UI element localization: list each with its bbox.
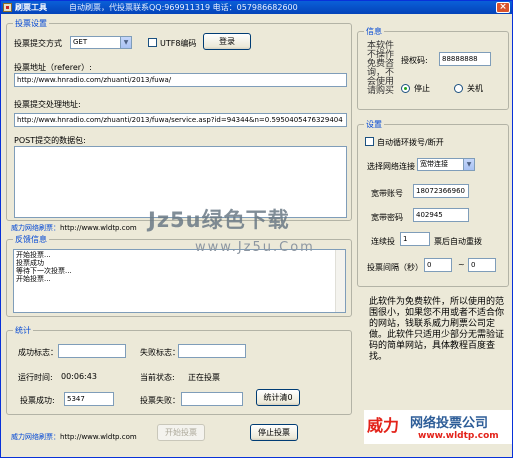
login-button[interactable]: 登录 [203,33,251,50]
success-flag-field[interactable] [58,344,126,358]
handler-label: 投票提交处理地址: [14,100,81,109]
stats-label: 统计 [13,325,33,336]
stats-group: 统计 成功标志： 失败标志： 运行时间: 00:06:43 当前状态: 正在投票… [6,325,352,415]
promo-text: 此软件为免费软件，所以使用的范围很小，如果您不用或者不适合你的网站，钱联系威力刷… [369,297,505,362]
success-count-field[interactable]: 5347 [64,392,114,406]
reset-stats-button[interactable]: 统计清0 [256,389,300,406]
interval-separator: ~ [458,260,465,269]
post-label: POST提交的数据包: [14,136,86,145]
brand-url: www.wldtp.com [418,431,499,441]
site-link-top-label: 威力网络刷票： [11,224,60,232]
brand-name: 网络投票公司 [410,416,489,431]
feedback-log[interactable]: 开始投票... 投票成功 等待下一次投票... 开始投票... [13,249,346,313]
redial-label: 连续投 [371,237,395,246]
auth-code-label: 授权码: [401,56,428,65]
watermark-logo: Jz5u绿色下载 [148,208,290,232]
method-select[interactable]: GET ▼ [70,36,132,49]
app-icon [3,3,12,12]
feedback-scrollbar[interactable] [335,250,345,312]
info-notice: 本软件不操作免费咨询，不会使用请购买 [367,41,395,96]
close-icon[interactable]: × [496,2,510,13]
auto-redial-label: 自动循环拨号/断开 [377,138,444,147]
settings-group: 设置 自动循环拨号/断开 选择网络连接 宽带连接 ▼ 宽带账号 18072366… [357,119,509,287]
interval-label: 投票间隔（秒） [367,263,423,272]
method-value: GET [73,38,88,46]
utf8-checkbox[interactable] [148,38,157,47]
fail-count-field[interactable] [181,392,243,406]
log-line: 投票成功 [16,259,44,267]
vote-settings-label: 投票设置 [13,18,49,29]
brand-logo: 威力 网络投票公司 www.wldtp.com [364,410,512,444]
main-window: 刷票工具 自动刷票，代投票联系QQ:969911319 电话：057986682… [0,0,513,458]
site-link-bottom[interactable]: 威力网络刷票：http://www.wldtp.com [11,432,137,442]
window-subtitle: 自动刷票，代投票联系QQ:969911319 电话：057986682600 [69,3,298,12]
interval-from-field[interactable]: 0 [424,258,452,272]
connection-value: 宽带连接 [420,160,448,168]
info-label: 信息 [364,26,384,37]
log-line: 开始投票... [16,275,51,283]
stop-vote-button[interactable]: 停止投票 [250,424,298,441]
radio-shutdown-label: 关机 [467,84,483,93]
fail-flag-label: 失败标志： [140,348,180,357]
handler-field[interactable]: http://www.hnradio.com/zhuanti/2013/fuwa… [14,113,347,127]
site-link-bottom-url[interactable]: http://www.wldtp.com [60,433,137,441]
fail-count-label: 投票失败： [140,396,180,405]
fail-flag-field[interactable] [178,344,246,358]
vote-settings-group: 投票设置 投票提交方式 GET ▼ UTF8编码 登录 投票地址（referer… [6,18,352,221]
redial-count-field[interactable]: 1 [400,232,430,246]
interval-to-field[interactable]: 0 [468,258,496,272]
auth-code-field[interactable]: 88888888 [439,52,491,66]
info-group: 信息 本软件不操作免费咨询，不会使用请购买 授权码: 88888888 停止 关… [357,26,509,110]
runtime-label: 运行时间: [18,373,53,382]
success-count-label: 投票成功: [20,396,55,405]
referer-label: 投票地址（referer）: [14,63,92,72]
site-link-top[interactable]: 威力网络刷票：http://www.wldtp.com [11,223,137,233]
referer-field[interactable]: http://www.hnradio.com/zhuanti/2013/fuwa… [14,73,347,87]
runtime-value: 00:06:43 [61,372,97,381]
site-link-top-url[interactable]: http://www.wldtp.com [60,224,137,232]
method-label: 投票提交方式 [14,39,62,48]
chevron-down-icon[interactable]: ▼ [120,37,131,48]
connection-select[interactable]: 宽带连接 ▼ [417,158,475,171]
redial-suffix: 票后自动重拨 [434,237,482,246]
title-bar[interactable]: 刷票工具 自动刷票，代投票联系QQ:969911319 电话：057986682… [1,1,512,14]
status-label: 当前状态: [140,373,175,382]
site-link-bottom-label: 威力网络刷票： [11,433,60,441]
utf8-label: UTF8编码 [160,39,197,48]
auto-redial-checkbox[interactable] [365,137,374,146]
account-field[interactable]: 18072366960 [413,184,469,198]
watermark-url: www.Jz5u.Com [195,240,315,255]
chevron-down-icon[interactable]: ▼ [463,159,474,170]
feedback-label: 反馈信息 [13,234,49,245]
brand-mark: 威力 [367,416,400,435]
window-title: 刷票工具 [15,3,47,12]
log-line: 等待下一次投票... [16,267,72,275]
start-vote-button[interactable]: 开始投票 [157,424,205,441]
password-field[interactable]: 402945 [413,208,469,222]
radio-stop-label: 停止 [414,84,430,93]
success-flag-label: 成功标志： [18,348,58,357]
radio-stop[interactable] [401,84,410,93]
settings-label: 设置 [364,119,384,130]
connection-label: 选择网络连接 [367,162,415,171]
radio-shutdown[interactable] [454,84,463,93]
account-label: 宽带账号 [371,189,403,198]
password-label: 宽带密码 [371,213,403,222]
status-value: 正在投票 [188,373,220,382]
